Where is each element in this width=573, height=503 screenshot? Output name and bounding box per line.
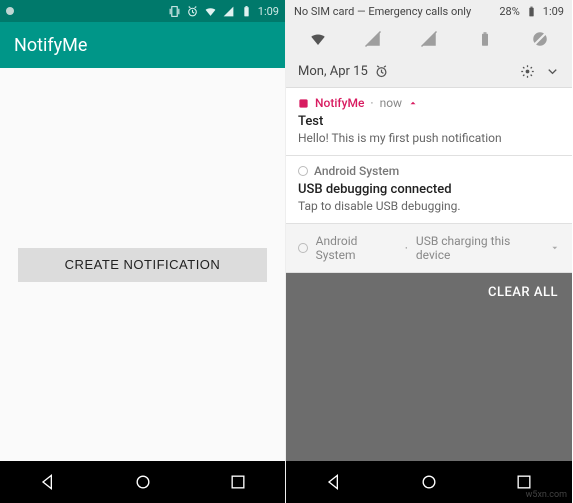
sim2-icon[interactable]: [420, 30, 438, 48]
notification-app-name: Android System: [314, 164, 399, 178]
collapse-caret-icon[interactable]: [408, 98, 418, 108]
sim-status: No SIM card — Emergency calls only: [294, 5, 471, 18]
vibrate-icon: [168, 5, 181, 18]
expand-caret-icon[interactable]: [550, 243, 560, 253]
alarm-icon: [186, 5, 199, 18]
notification-body: Tap to disable USB debugging.: [298, 199, 560, 213]
notification-app-name: Android System: [316, 234, 397, 262]
settings-gear-icon[interactable]: [520, 64, 535, 79]
nav-home-icon[interactable]: [133, 472, 153, 492]
dot-separator: ·: [405, 241, 408, 255]
main-content: CREATE NOTIFICATION: [0, 68, 285, 461]
notification-title: Test: [298, 114, 560, 129]
notification-indicator-icon: [6, 7, 14, 15]
status-bar: No SIM card — Emergency calls only 28% 1…: [286, 0, 572, 22]
watermark: w5xn.com: [526, 490, 567, 500]
status-time: 1:09: [543, 5, 564, 18]
battery-pct: 28%: [499, 5, 519, 18]
system-icon: [298, 166, 308, 176]
date-row: Mon, Apr 15: [286, 56, 572, 88]
system-icon: [298, 243, 308, 253]
notification-notifyme[interactable]: NotifyMe · now Test Hello! This is my fi…: [286, 88, 572, 156]
nav-home-icon[interactable]: [419, 472, 439, 492]
notification-time: now: [380, 96, 403, 110]
shade-background: CLEAR ALL: [286, 273, 572, 461]
notification-title: USB debugging connected: [298, 182, 560, 197]
notification-app-name: NotifyMe: [315, 96, 364, 110]
phone-left: 1:09 NotifyMe CREATE NOTIFICATION: [0, 0, 286, 503]
notification-usb-debugging[interactable]: Android System USB debugging connected T…: [286, 156, 572, 224]
dot-separator: ·: [370, 96, 373, 110]
app-title: NotifyMe: [14, 35, 87, 56]
signal-icon: [222, 5, 235, 18]
nav-back-icon[interactable]: [38, 472, 58, 492]
nav-back-icon[interactable]: [324, 472, 344, 492]
battery-toggle-icon[interactable]: [476, 30, 494, 48]
wifi-icon: [204, 5, 217, 18]
clear-all-button[interactable]: CLEAR ALL: [488, 285, 558, 300]
dnd-toggle-icon[interactable]: [531, 30, 549, 48]
battery-icon: [525, 5, 538, 18]
notification-body: Hello! This is my first push notificatio…: [298, 131, 560, 145]
quick-settings-row: [286, 22, 572, 56]
notification-summary: USB charging this device: [416, 234, 542, 262]
alarm-icon: [374, 64, 389, 79]
date-label: Mon, Apr 15: [298, 64, 368, 79]
status-time: 1:09: [258, 5, 279, 18]
wifi-toggle-icon[interactable]: [309, 30, 327, 48]
nav-recent-icon[interactable]: [228, 472, 248, 492]
expand-chevron-icon[interactable]: [545, 64, 560, 79]
app-bar: NotifyMe: [0, 22, 285, 68]
create-notification-button[interactable]: CREATE NOTIFICATION: [18, 248, 267, 282]
status-bar: 1:09: [0, 0, 285, 22]
battery-icon: [240, 5, 253, 18]
notification-usb-charging[interactable]: Android System · USB charging this devic…: [286, 224, 572, 273]
nav-recent-icon[interactable]: [514, 472, 534, 492]
app-icon: [298, 98, 309, 109]
sim1-icon[interactable]: [364, 30, 382, 48]
phone-right: No SIM card — Emergency calls only 28% 1…: [286, 0, 572, 503]
navigation-bar: [0, 461, 285, 503]
